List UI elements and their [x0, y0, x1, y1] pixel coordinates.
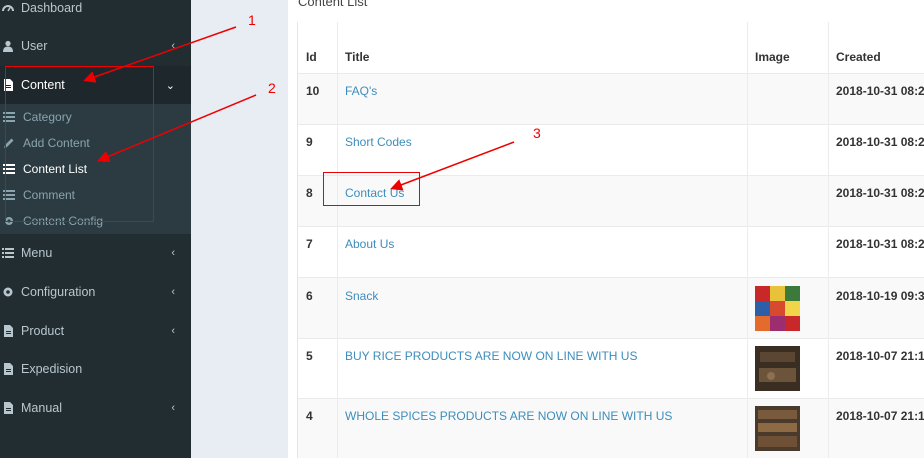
sidebar-item-expedision[interactable]: Expedision	[0, 350, 191, 388]
file-icon	[2, 363, 14, 375]
sidebar-item-dashboard[interactable]: Dashboard	[0, 0, 191, 27]
sidebar-item-label: Manual	[21, 401, 62, 415]
gear-icon	[2, 286, 14, 298]
row-id: 4	[306, 409, 313, 423]
column-header-image[interactable]: Image	[755, 22, 790, 74]
sidebar-item-label: Product	[21, 324, 65, 338]
column-header-created[interactable]: Created	[836, 22, 881, 74]
row-created: 2018-10-31 08:2	[836, 186, 924, 200]
row-id: 9	[306, 135, 313, 149]
dashboard-icon	[2, 2, 14, 14]
chevron-left-icon: ‹	[171, 247, 175, 259]
row-created: 2018-10-31 08:2	[836, 84, 924, 98]
chevron-down-icon: ⌄	[165, 79, 175, 92]
column-divider	[828, 22, 829, 458]
sidebar-item-label: Configuration	[21, 285, 96, 299]
column-divider	[337, 22, 338, 458]
row-id: 8	[306, 186, 313, 200]
sidebar-item-label: Expedision	[21, 362, 83, 376]
spices-thumbnail[interactable]	[755, 406, 800, 451]
file-icon	[2, 325, 14, 337]
row-created: 2018-10-07 21:1	[836, 349, 924, 363]
sidebar-item-label: User	[21, 39, 48, 53]
table-row: 4 WHOLE SPICES PRODUCTS ARE NOW ON LINE …	[298, 398, 924, 458]
row-id: 7	[306, 237, 313, 251]
annotation-box-contact-us	[323, 172, 420, 206]
table-row: 10 FAQ's 2018-10-31 08:2	[298, 73, 924, 124]
chevron-left-icon: ‹	[171, 40, 175, 52]
row-id: 10	[306, 84, 320, 98]
annotation-box-content-menu	[5, 66, 154, 222]
chevron-left-icon: ‹	[171, 286, 175, 298]
row-title-link[interactable]: BUY RICE PRODUCTS ARE NOW ON LINE WITH U…	[345, 349, 637, 363]
row-created: 2018-10-19 09:3	[836, 289, 924, 303]
list-icon	[2, 247, 14, 259]
row-title-link[interactable]: About Us	[345, 237, 394, 251]
sidebar-item-label: Menu	[21, 246, 53, 260]
table-row: 6 Snack 2018-10-19 09:3	[298, 277, 924, 338]
column-divider	[747, 22, 748, 458]
file-icon	[2, 402, 14, 414]
table-row: 5 BUY RICE PRODUCTS ARE NOW ON LINE WITH…	[298, 338, 924, 398]
rice-thumbnail[interactable]	[755, 346, 800, 391]
chevron-left-icon: ‹	[171, 402, 175, 414]
sidebar-item-product[interactable]: Product ‹	[0, 312, 191, 350]
column-header-id[interactable]: Id	[306, 22, 317, 74]
row-title-link[interactable]: Snack	[345, 289, 378, 303]
row-created: 2018-10-07 21:1	[836, 409, 924, 423]
row-id: 5	[306, 349, 313, 363]
column-header-title[interactable]: Title	[345, 22, 369, 74]
table-row: 9 Short Codes 2018-10-31 08:2	[298, 124, 924, 175]
annotation-number-3: 3	[533, 125, 541, 141]
row-title-link[interactable]: Short Codes	[345, 135, 412, 149]
user-icon	[2, 40, 14, 52]
annotation-number-1: 1	[248, 12, 256, 28]
sidebar-item-menu[interactable]: Menu ‹	[0, 234, 191, 272]
sidebar-item-label: Dashboard	[21, 1, 83, 15]
table-row: 7 About Us 2018-10-31 08:2	[298, 226, 924, 277]
chevron-left-icon: ‹	[171, 325, 175, 337]
row-created: 2018-10-31 08:2	[836, 237, 924, 251]
row-created: 2018-10-31 08:2	[836, 135, 924, 149]
sidebar-item-configuration[interactable]: Configuration ‹	[0, 273, 191, 311]
annotation-number-2: 2	[268, 80, 276, 96]
row-title-link[interactable]: WHOLE SPICES PRODUCTS ARE NOW ON LINE WI…	[345, 409, 672, 423]
row-id: 6	[306, 289, 313, 303]
row-title-link[interactable]: FAQ's	[345, 84, 377, 98]
content-gutter	[191, 0, 288, 458]
sidebar-item-manual[interactable]: Manual ‹	[0, 389, 191, 427]
snack-thumbnail[interactable]	[755, 286, 800, 331]
page-title: Content List	[298, 0, 368, 9]
sidebar-item-user[interactable]: User ‹	[0, 27, 191, 65]
